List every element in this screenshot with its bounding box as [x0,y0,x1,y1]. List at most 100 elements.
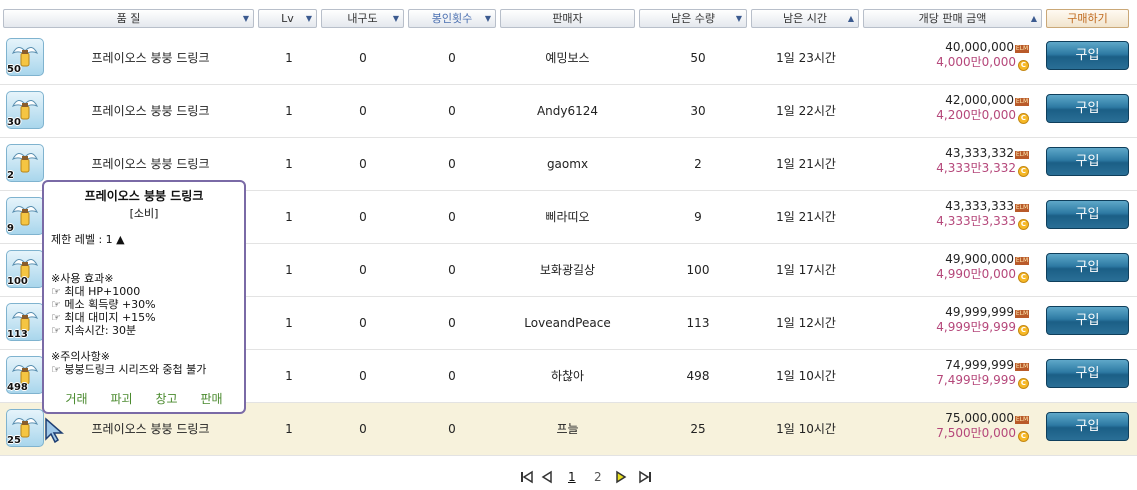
item-level: 1 [285,210,293,224]
prev-page-icon[interactable] [540,470,554,484]
tooltip-title: 프레이오스 붕붕 드링크 [84,189,204,203]
unit-price: 75,000,000 ELM 7,500만0,000 C [936,411,1029,442]
tooltip-effect: ☞ 최대 HP+1000 [51,285,141,298]
tooltip-action-sell[interactable]: 판매 [200,393,222,406]
item-level: 1 [285,316,293,330]
coin-icon: C [1018,378,1029,389]
item-name[interactable]: 프레이오스 붕붕 드링크 [48,85,253,138]
remaining-qty: 50 [690,51,706,65]
item-seal-count: 0 [448,51,456,65]
cash-price: 4,990만0,000 [936,267,1016,281]
remaining-qty: 30 [690,104,706,118]
quantity-badge: 100 [7,276,28,287]
item-level: 1 [285,104,293,118]
dropdown-arrow-icon: ▼ [484,14,491,23]
header-quality[interactable]: 품 질 ▼ [3,9,254,28]
unit-price: 49,900,000 ELM 4,990만0,000 C [936,252,1029,283]
header-remaining-time[interactable]: 남은 시간 ▲ [751,9,859,28]
unit-price: 49,999,999 ELM 4,999만9,999 C [936,305,1029,336]
item-level: 1 [285,263,293,277]
header-seal-count[interactable]: 봉인횟수 ▼ [408,9,496,28]
item-icon[interactable]: 2 [6,144,44,182]
buy-button[interactable]: 구입 [1046,41,1129,70]
meso-icon: ELM [1015,45,1029,53]
page-link[interactable]: 2 [594,470,602,484]
header-unit-price[interactable]: 개당 판매 금액 ▲ [863,9,1042,28]
page-link[interactable]: 1 [568,470,576,484]
tooltip-action-trade[interactable]: 거래 [65,393,87,406]
buy-button[interactable]: 구입 [1046,359,1129,388]
meso-icon: ELM [1015,151,1029,159]
header-lv[interactable]: Lv ▼ [258,9,317,28]
unit-price: 74,999,999 ELM 7,499만9,999 C [936,358,1029,389]
quantity-badge: 25 [7,435,21,446]
meso-price: 43,333,333 [945,199,1014,213]
cash-price: 4,333만3,332 [936,161,1016,175]
item-level: 1 [285,157,293,171]
buy-button[interactable]: 구입 [1046,253,1129,282]
tooltip-effect: ☞ 최대 대미지 +15% [51,311,156,324]
buy-button[interactable]: 구입 [1046,94,1129,123]
item-durability: 0 [359,210,367,224]
item-seal-count: 0 [448,422,456,436]
coin-icon: C [1018,60,1029,71]
buy-button[interactable]: 구입 [1046,412,1129,441]
seller-name: 삐라띠오 [545,210,590,224]
table-row: 50 프레이오스 붕붕 드링크 1 0 0 예밍보스 50 1일 23시간 40,000,000… [0,32,1137,85]
dropdown-arrow-icon: ▼ [392,14,399,23]
table-row: 30 프레이오스 붕붕 드링크 1 0 0 Andy6124 30 1일 22시간 42,000… [0,85,1137,138]
meso-price: 49,999,999 [945,305,1014,319]
item-icon[interactable]: 25 [6,409,44,447]
item-icon[interactable]: 498 [6,356,44,394]
item-icon[interactable]: 50 [6,38,44,76]
item-seal-count: 0 [448,263,456,277]
next-page-icon[interactable] [614,470,628,484]
tooltip-action-storage[interactable]: 창고 [155,393,177,406]
first-page-icon[interactable] [520,470,534,484]
tooltip-effect: ☞ 메소 획득량 +30% [51,298,156,311]
remaining-qty: 113 [686,316,710,330]
meso-price: 74,999,999 [945,358,1014,372]
item-seal-count: 0 [448,316,456,330]
unit-price: 43,333,333 ELM 4,333만3,333 C [936,199,1029,230]
header-durability[interactable]: 내구도 ▼ [321,9,404,28]
coin-icon: C [1018,166,1029,177]
remaining-time: 1일 10시간 [776,369,836,383]
item-icon[interactable]: 100 [6,250,44,288]
meso-icon: ELM [1015,257,1029,265]
coin-icon: C [1018,272,1029,283]
remaining-qty: 9 [694,210,702,224]
buy-button[interactable]: 구입 [1046,147,1129,176]
remaining-time: 1일 12시간 [776,316,836,330]
item-icon[interactable]: 9 [6,197,44,235]
remaining-qty: 2 [694,157,702,171]
header-remaining-qty[interactable]: 남은 수량 ▼ [639,9,747,28]
item-seal-count: 0 [448,104,456,118]
buy-button[interactable]: 구입 [1046,306,1129,335]
item-icon[interactable]: 30 [6,91,44,129]
item-level: 1 [285,51,293,65]
item-durability: 0 [359,422,367,436]
seller-name: 예밍보스 [545,51,590,65]
remaining-time: 1일 23시간 [776,51,836,65]
item-tooltip: 프레이오스 붕붕 드링크 [소비] 제한 레벨 : 1 ▲ ※사용 효과※ ☞ … [42,180,246,414]
remaining-qty: 498 [686,369,710,383]
item-durability: 0 [359,369,367,383]
tooltip-actions: 거래 파괴 창고 판매 [44,393,244,406]
cash-price: 4,000만0,000 [936,55,1016,69]
dropdown-arrow-icon: ▼ [242,14,249,23]
item-icon[interactable]: 113 [6,303,44,341]
buy-button[interactable]: 구입 [1046,200,1129,229]
last-page-icon[interactable] [638,470,652,484]
cash-price: 7,499만9,999 [936,373,1016,387]
tooltip-action-destroy[interactable]: 파괴 [110,393,132,406]
item-name[interactable]: 프레이오스 붕붕 드링크 [48,32,253,85]
remaining-qty: 25 [690,422,706,436]
remaining-time: 1일 10시간 [776,422,836,436]
dropdown-arrow-icon: ▼ [735,14,742,23]
header-seller[interactable]: 판매자 [500,9,635,28]
quantity-badge: 9 [7,223,14,234]
quantity-badge: 498 [7,382,28,393]
unit-price: 42,000,000 ELM 4,200만0,000 C [936,93,1029,124]
meso-price: 49,900,000 [945,252,1014,266]
